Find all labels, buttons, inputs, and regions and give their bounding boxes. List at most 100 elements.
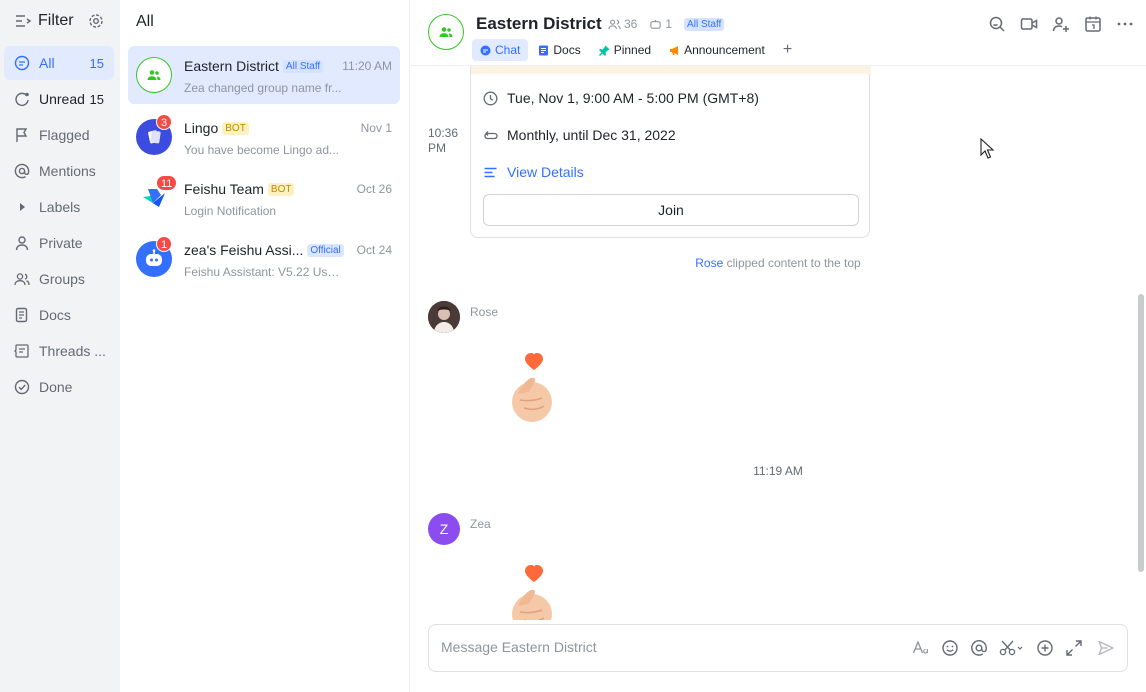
sidebar-item-label: Docs [39,307,71,323]
list-icon [484,167,497,177]
tab-pinned[interactable]: Pinned [591,39,659,61]
avatar[interactable]: Z [428,513,460,545]
chat-item-eastern-district[interactable]: Eastern District All Staff 11:20 AM Zea c… [128,46,400,104]
video-call-icon[interactable] [1020,15,1038,33]
filter-header[interactable]: Filter [14,12,74,30]
send-icon[interactable] [1097,639,1115,657]
chat-bubble-icon [480,45,491,55]
thread-icon [14,344,29,358]
sidebar-item-mentions[interactable]: Mentions [4,154,114,188]
group-title[interactable]: Eastern District [476,14,602,34]
sidebar-item-count: 15 [89,91,104,107]
mention-icon[interactable] [970,639,988,657]
members-icon [608,19,621,29]
sidebar-item-label: Threads ... [39,343,106,359]
composer-toolbar [901,639,1115,657]
chat-time: Oct 24 [356,243,392,257]
bot-icon [650,19,662,29]
chat-item-feishu-assistant[interactable]: 1 zea's Feishu Assi... Official Oct 24 Fe… [128,230,400,288]
unread-icon [15,92,29,106]
chat-item-feishu-team[interactable]: 11 Feishu Team BOT Oct 26 Login Notificat… [128,169,400,227]
add-circle-icon[interactable] [1036,639,1054,657]
filter-sidebar: Filter All 15 Unread 15 Flagged Mentions… [0,0,120,692]
sidebar-item-labels[interactable]: Labels [4,190,114,224]
chat-name: Eastern District All Staff [184,58,324,74]
chat-time: 11:20 AM [342,59,392,73]
tab-label: Pinned [613,43,652,57]
event-datetime-row: Tue, Nov 1, 9:00 AM - 5:00 PM (GMT+8) [483,90,759,106]
screenshot-scissors-icon[interactable] [999,639,1025,657]
bot-count[interactable]: 1 [665,17,672,31]
tab-docs[interactable]: Docs [530,39,588,61]
sidebar-item-docs[interactable]: Docs [4,298,114,332]
sidebar-item-all[interactable]: All 15 [4,46,114,80]
doc-icon [15,307,28,323]
event-recurrence: Monthly, until Dec 31, 2022 [507,127,676,143]
bot-tag: BOT [222,122,249,135]
gear-icon[interactable] [88,13,104,29]
member-count[interactable]: 36 [624,17,637,31]
filter-collapse-icon[interactable] [14,12,32,30]
chat-name: Feishu Team BOT [184,181,295,197]
view-details-link[interactable]: View Details [483,164,584,180]
sidebar-item-done[interactable]: Done [4,370,114,404]
chat-item-lingo[interactable]: 3 Lingo BOT Nov 1 You have become Lingo a… [128,108,400,166]
pin-icon [598,45,610,56]
chat-time: Oct 26 [356,182,392,196]
chat-icon [14,55,30,71]
card-header-strip [471,66,871,74]
sidebar-item-private[interactable]: Private [4,226,114,260]
megaphone-icon [670,45,679,55]
add-tab-button[interactable]: + [775,39,800,61]
sidebar-item-label: Flagged [39,127,90,143]
add-member-icon[interactable] [1052,15,1070,33]
chat-header: Eastern District 36 1 All Staff Chat Doc… [410,0,1146,66]
finger-heart-sticker [512,353,552,422]
sidebar-item-count: 15 [89,55,104,71]
calendar-icon[interactable] [1084,15,1102,33]
sidebar-item-flagged[interactable]: Flagged [4,118,114,152]
message-time: 10:36 PM [428,126,459,155]
search-chat-icon[interactable] [988,15,1006,33]
sidebar-item-groups[interactable]: Groups [4,262,114,296]
sidebar-item-label: Labels [39,199,81,215]
message-list[interactable]: 10:36 PM Tue, Nov 1, 9:00 AM - 5:00 PM (… [410,66,1146,620]
flag-icon [16,128,28,142]
sidebar-item-label: Unread [39,91,85,107]
filter-nav: All 15 Unread 15 Flagged Mentions Labels… [4,46,114,406]
finger-heart-sticker [512,565,552,620]
tab-chat[interactable]: Chat [472,39,529,61]
group-avatar [136,57,172,93]
repeat-icon [484,130,498,139]
expand-icon[interactable] [1065,639,1083,657]
tab-announcement[interactable]: Announcement [661,39,773,61]
official-tag: Official [307,244,344,257]
doc-icon [539,45,549,55]
avatar[interactable] [428,301,460,333]
join-button[interactable]: Join [483,194,859,226]
sidebar-item-threads[interactable]: Threads ... [4,334,114,368]
cards-icon [148,130,161,144]
chat-preview: Login Notification [184,204,277,218]
rose-photo [428,301,460,333]
system-note-user[interactable]: Rose [695,256,723,270]
view-details-label: View Details [507,164,584,180]
event-recurrence-row: Monthly, until Dec 31, 2022 [483,127,676,143]
unread-badge: 3 [156,114,173,130]
emoji-icon[interactable] [941,639,959,657]
chat-name-text: Lingo [184,120,219,136]
more-icon[interactable] [1116,15,1134,33]
chat-list-panel: All Eastern District All Staff 11:20 AM Z… [120,0,410,692]
sidebar-item-label: Groups [39,271,85,287]
message-scrollbar[interactable] [1138,294,1144,572]
system-note-text: clipped content to the top [723,256,861,270]
text-format-icon[interactable] [912,639,930,657]
chat-name-text: Eastern District [184,58,279,74]
tab-label: Chat [495,43,521,57]
header-toolbar [974,15,1134,33]
sidebar-item-unread[interactable]: Unread 15 [4,82,114,116]
at-icon [14,163,30,179]
unread-badge: 11 [156,175,178,191]
message-input[interactable] [441,639,861,655]
group-avatar[interactable] [428,14,464,50]
